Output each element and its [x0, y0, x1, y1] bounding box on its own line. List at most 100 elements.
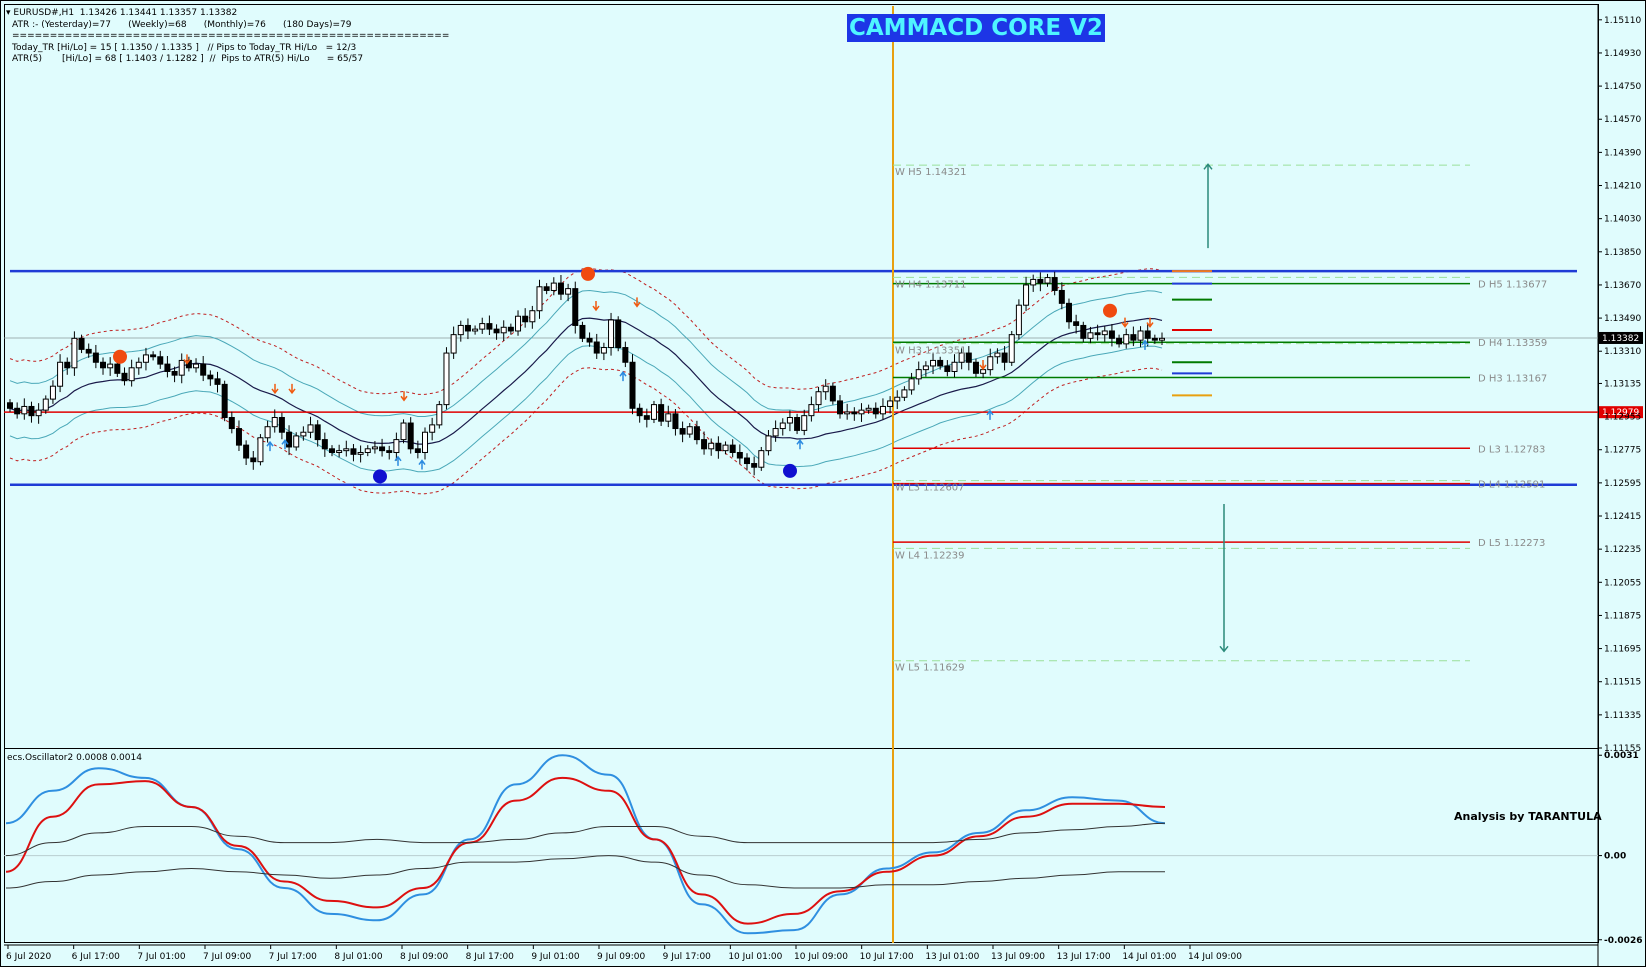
- sell-signal-dot: [1103, 303, 1117, 318]
- price-tick-label: 1.14390: [1604, 148, 1641, 158]
- candle-bear: [543, 286, 550, 291]
- candle-bull: [1101, 330, 1108, 336]
- time-tick-label: 10 Jul 09:00: [794, 952, 848, 962]
- candle-bear: [736, 451, 743, 459]
- candle-bear: [1108, 330, 1115, 339]
- candle-bull: [922, 365, 929, 371]
- candle-bull: [980, 369, 987, 374]
- price-tick-label: 1.15110: [1604, 16, 1641, 26]
- candle-bull: [779, 422, 786, 430]
- candle-bear: [743, 457, 750, 465]
- candle-bull: [1159, 337, 1165, 341]
- candle-bear: [379, 446, 386, 452]
- time-tick-label: 9 Jul 17:00: [663, 952, 712, 962]
- candle-bull: [600, 347, 607, 354]
- sell-signal-dot: [581, 266, 595, 281]
- price-tick-label: 1.12415: [1604, 512, 1641, 522]
- candle-bull: [57, 361, 64, 387]
- time-tick-label: 13 Jul 09:00: [991, 952, 1045, 962]
- candle-bear: [658, 404, 665, 422]
- daily-level-label: D H3 1.13167: [1478, 374, 1547, 385]
- weekly-level-label: W L5 1.11629: [895, 663, 965, 674]
- oscillator-black-line-2: [5, 822, 1166, 857]
- candle-bull: [844, 411, 851, 415]
- candle-bull: [364, 448, 371, 453]
- candle-bear: [579, 324, 586, 339]
- candle-bear: [643, 415, 650, 420]
- price-tick-label: 1.14210: [1604, 182, 1641, 192]
- candle-bull: [142, 354, 149, 363]
- price-tick-label: 1.11695: [1604, 645, 1641, 655]
- candle-bear: [486, 323, 493, 330]
- candle-bull: [650, 404, 657, 420]
- candle-bull: [1044, 277, 1051, 284]
- today-tr-line: Today_TR [Hi/Lo] = 15 [ 1.1350 / 1.1335 …: [12, 43, 357, 53]
- price-tick-label: 1.13850: [1604, 248, 1641, 258]
- candle-bear: [972, 361, 979, 374]
- up-arrow-icon: [619, 370, 627, 382]
- price-tick-label: 1.11515: [1604, 678, 1641, 688]
- candle-bull: [35, 409, 42, 417]
- separator-line: ========================================…: [12, 31, 450, 41]
- time-tick-label: 13 Jul 17:00: [1057, 952, 1111, 962]
- candle-bear: [715, 442, 722, 452]
- moving-average: [9, 317, 1163, 445]
- candle-bear: [14, 407, 21, 415]
- oscillator-red-line-1: [5, 776, 1166, 925]
- candle-bull: [987, 356, 994, 371]
- candle-bear: [1151, 337, 1158, 341]
- osc-tick-label: 0.0031: [1604, 751, 1639, 761]
- candle-bull: [42, 398, 49, 411]
- candle-bull: [529, 310, 536, 323]
- daily-level-label: D H4 1.13359: [1478, 338, 1547, 349]
- candle-bear: [7, 402, 13, 409]
- candle-bear: [1037, 278, 1044, 284]
- chart-canvas[interactable]: 1.15110 1.14930 1.14750 1.14570 1.14390 1.142…: [0, 0, 1646, 967]
- buy-signal-dot: [373, 469, 387, 484]
- candle-bear: [121, 372, 128, 382]
- down-arrow-icon: [979, 359, 987, 371]
- candle-bull: [801, 415, 808, 431]
- candle-bear: [350, 448, 357, 455]
- candle-bear: [837, 400, 844, 415]
- candle-bear: [214, 378, 221, 385]
- candle-bear: [314, 424, 321, 441]
- weekly-level-label: W L4 1.12239: [895, 550, 965, 561]
- candle-bear: [1073, 321, 1080, 326]
- buy-signal-dot: [783, 463, 797, 478]
- time-tick-label: 7 Jul 17:00: [269, 952, 318, 962]
- candle-bear: [1130, 334, 1137, 341]
- candle-bull: [1137, 330, 1144, 341]
- candle-bull: [21, 405, 28, 415]
- candle-bull: [665, 413, 672, 422]
- candle-bull: [450, 334, 457, 354]
- candle-bull: [436, 404, 443, 426]
- candle-bear: [171, 370, 178, 376]
- time-tick-label: 10 Jul 17:00: [860, 952, 914, 962]
- weekly-level-label: W H5 1.14321: [895, 167, 966, 178]
- time-tick-label: 9 Jul 01:00: [531, 952, 580, 962]
- up-arrow-icon: [796, 439, 804, 450]
- candle-bear: [636, 407, 643, 417]
- daily-level-label: D H5 1.13677: [1478, 280, 1547, 291]
- price-tick-label: 1.12055: [1604, 578, 1641, 588]
- candle-bear: [414, 448, 421, 453]
- candle-bull: [708, 442, 715, 450]
- candle-bear: [28, 405, 35, 417]
- lower-dashed-channel: [9, 367, 1163, 495]
- candle-bull: [608, 319, 615, 349]
- candle-bull: [422, 431, 429, 453]
- candle-bull: [135, 361, 142, 369]
- time-tick-label: 14 Jul 09:00: [1188, 952, 1242, 962]
- candle-bear: [572, 288, 579, 326]
- candle-bear: [286, 431, 293, 448]
- candle-bull: [686, 426, 693, 435]
- candle-bull: [343, 448, 350, 452]
- candle-bull: [49, 385, 56, 400]
- symbol-info: ▾ EURUSD#,H1 1.13426 1.13441 1.13357 1.1…: [6, 8, 237, 19]
- osc-tick-label: -0.0026: [1604, 936, 1642, 946]
- price-tick-label: 1.13490: [1604, 314, 1641, 324]
- down-arrow-icon: [400, 391, 408, 402]
- candle-bull: [257, 437, 264, 463]
- candle-bull: [808, 404, 815, 417]
